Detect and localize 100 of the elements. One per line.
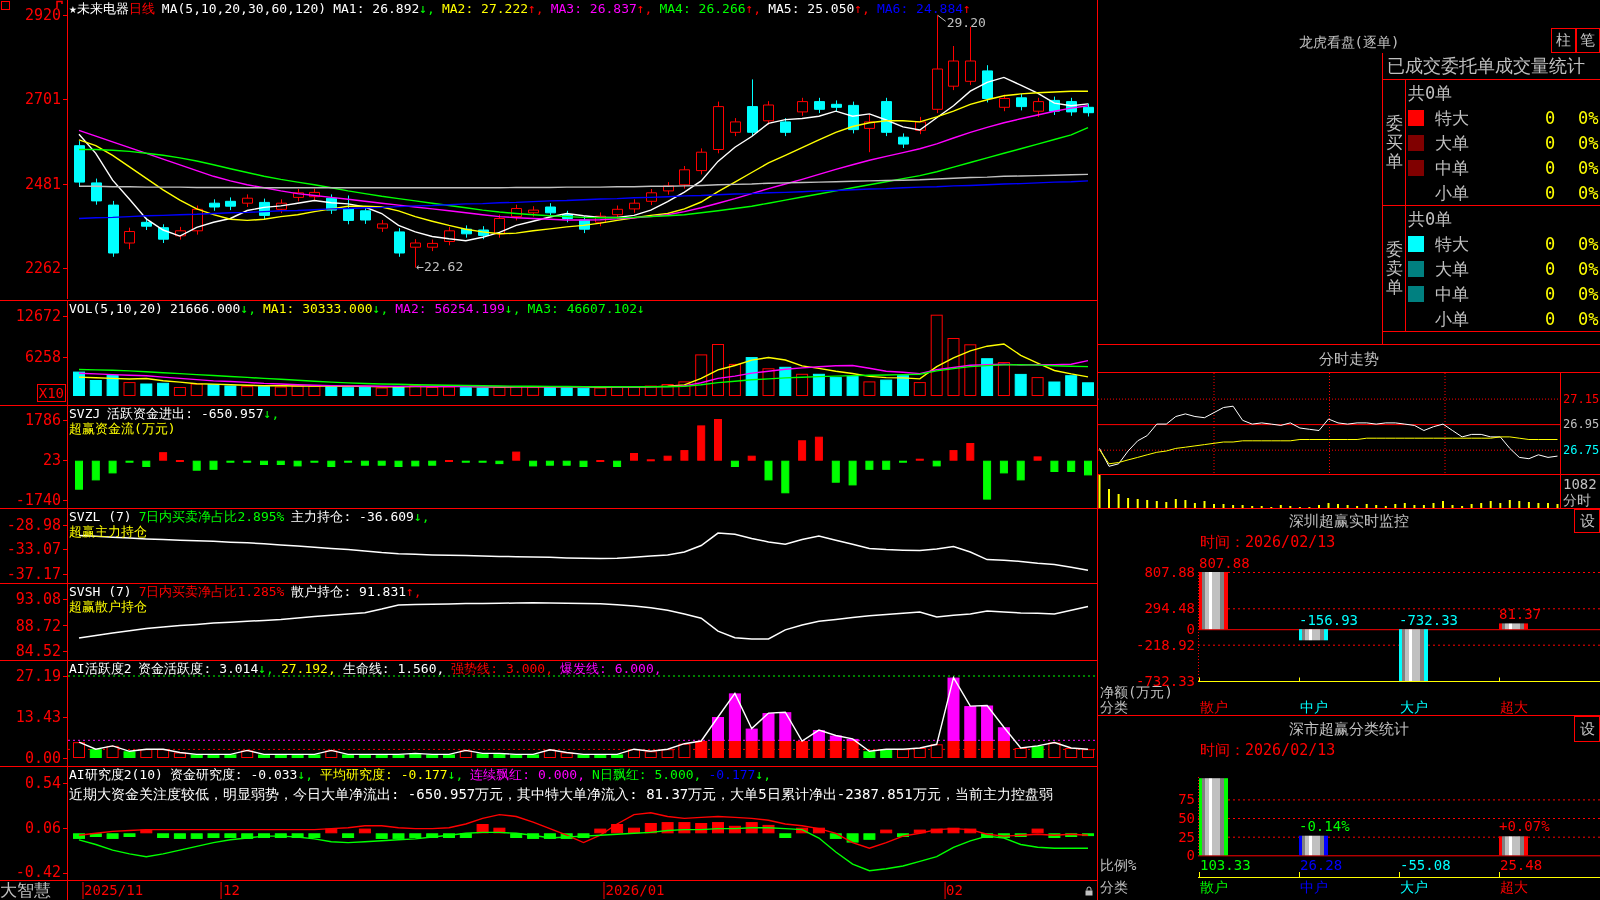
category-label: 散户 [1200, 879, 1228, 895]
change-label: +0.07% [1499, 819, 1550, 835]
legend-item: 连续飘红: 0.000, [470, 767, 585, 782]
date-label: 02 [944, 882, 963, 899]
axis-label: 25 [1178, 829, 1195, 845]
legend-item: MA1: 26.892 [333, 1, 420, 16]
legend-item: MA2: 27.222 [441, 1, 529, 16]
axis-title: 分类 [1100, 700, 1128, 715]
axis-label: 2920 [24, 7, 61, 24]
panel-title: 深市超赢分类统计 [1289, 720, 1409, 738]
legend-item: N日飘红: 5.000, [592, 767, 702, 782]
axis-label: 0.54 [24, 774, 61, 791]
ratio-label: -55.08 [1400, 858, 1451, 873]
legend-item: MA(5,10,20,30,60,120) [161, 1, 327, 16]
axis-label: 2262 [24, 259, 61, 276]
legend-item: 平均研究度: -0.177 [320, 767, 448, 782]
legend-item: MA6: 24.884 [876, 1, 964, 16]
legend-item: MA5: 25.050 [768, 1, 855, 16]
order-percent: 0% [1578, 132, 1599, 153]
category-label: 中户 [1300, 700, 1328, 715]
trend-arrow: ↓, [447, 767, 464, 782]
group-label: 委卖单 [1385, 240, 1403, 297]
order-count: 0 [1545, 107, 1556, 128]
legend-item: 散户持仓: 91.831 [291, 584, 407, 599]
axis-label: -33.07 [6, 541, 61, 558]
legend-item: 资金研究度: -0.033 [169, 767, 298, 782]
axis-label: 13.43 [15, 709, 61, 726]
order-percent: 0% [1578, 283, 1599, 304]
trend-arrow: ↑, [528, 1, 544, 16]
change-label: -0.14% [1299, 818, 1350, 834]
price-annotation: 29.20 [946, 16, 986, 31]
legend-item: SVZJ [69, 406, 101, 421]
axis-label: 88.72 [15, 617, 61, 634]
value-label: 807.88 [1199, 556, 1250, 571]
ratio-label: 26.28 [1300, 858, 1343, 873]
date-label: 12 [220, 882, 240, 899]
axis-label: 6258 [24, 348, 61, 365]
axis-label: 12672 [15, 308, 61, 325]
value-label: -156.93 [1299, 613, 1358, 629]
unit-label: X10 [36, 384, 66, 402]
axis-label: 2701 [24, 91, 61, 108]
trend-arrow: ↓, [372, 301, 389, 316]
legend-item: 27.192, [280, 661, 336, 676]
value-label: 81.37 [1499, 607, 1542, 623]
legend-item: AI活跃度2 [69, 661, 132, 676]
order-type: 小单 [1435, 182, 1469, 203]
order-percent: 0% [1578, 182, 1599, 203]
order-count: 0 [1545, 182, 1556, 203]
axis-label: 1786 [24, 412, 61, 429]
trend-arrow: ↓ [637, 301, 645, 316]
axis-label: 294.48 [1144, 600, 1195, 616]
time-label: 时间：2026/02/13 [1200, 534, 1336, 550]
order-total: 共0单 [1408, 82, 1453, 103]
trend-arrow: ↑, [636, 1, 653, 16]
stock-name: ★未来电器 [69, 1, 129, 16]
trend-arrow: ↑, [745, 1, 762, 16]
pane-subtitle: 超赢散户持仓 [69, 599, 147, 614]
axis-label: -37.17 [6, 565, 61, 582]
analysis-comment: 近期大资金关注度较低，明显弱势，今日大单净流出: -650.957万元，其中特大单净流入: 81.37万元，大单5日累计净出-2387.851万元，当前主力控盘弱 [69, 786, 1053, 803]
value-label: -732.33 [1399, 613, 1458, 629]
order-type: 中单 [1435, 283, 1469, 304]
ratio-label: 25.48 [1500, 858, 1543, 873]
order-count: 0 [1545, 157, 1556, 178]
axis-label: 93.08 [15, 590, 61, 607]
category-label: 大户 [1400, 700, 1428, 715]
category-label: 超大 [1500, 879, 1528, 895]
legend-item: SVSH (7) [69, 584, 132, 599]
category-label: 大户 [1400, 879, 1428, 895]
axis-label: 27.19 [15, 667, 61, 684]
panel-title: 深圳超赢实时监控 [1289, 512, 1409, 530]
trend-arrow: ↑ [963, 1, 971, 16]
trend-arrow: ↑, [854, 1, 870, 16]
legend-item: VOL(5,10,20) [69, 301, 163, 316]
order-count: 0 [1545, 283, 1556, 304]
trend-arrow: ↓, [413, 509, 430, 524]
order-percent: 0% [1578, 107, 1599, 128]
order-type: 特大 [1435, 233, 1469, 254]
category-label: 超大 [1500, 700, 1528, 715]
brand-label: 大智慧 [0, 881, 51, 900]
legend-item: MA3: 46607.102 [527, 301, 638, 316]
legend-item: 21666.000 [169, 301, 241, 316]
volume-caption: 分时 [1563, 492, 1591, 508]
legend-item: AI研究度2(10) [69, 767, 163, 782]
order-total: 共0单 [1408, 208, 1453, 229]
trend-arrow: ↓, [258, 661, 274, 676]
axis-label: 84.52 [15, 643, 61, 660]
legend-item: 7日内买卖净占比1.285% [138, 584, 285, 599]
date-label: 2026/01 [603, 882, 665, 899]
axis-label: 27.15 [1563, 391, 1600, 406]
axis-label: 50 [1178, 810, 1195, 826]
legend-item: SVZL (7) [69, 509, 132, 524]
order-percent: 0% [1578, 308, 1599, 329]
pane-subtitle: 超赢资金流(万元) [69, 421, 176, 436]
date-label: 2025/11 [82, 882, 144, 899]
order-percent: 0% [1578, 233, 1599, 254]
order-count: 0 [1545, 233, 1556, 254]
order-type: 中单 [1435, 157, 1469, 178]
order-type: 大单 [1435, 132, 1469, 153]
axis-label: 26.75 [1563, 442, 1600, 457]
trend-arrow: ↓, [240, 301, 257, 316]
